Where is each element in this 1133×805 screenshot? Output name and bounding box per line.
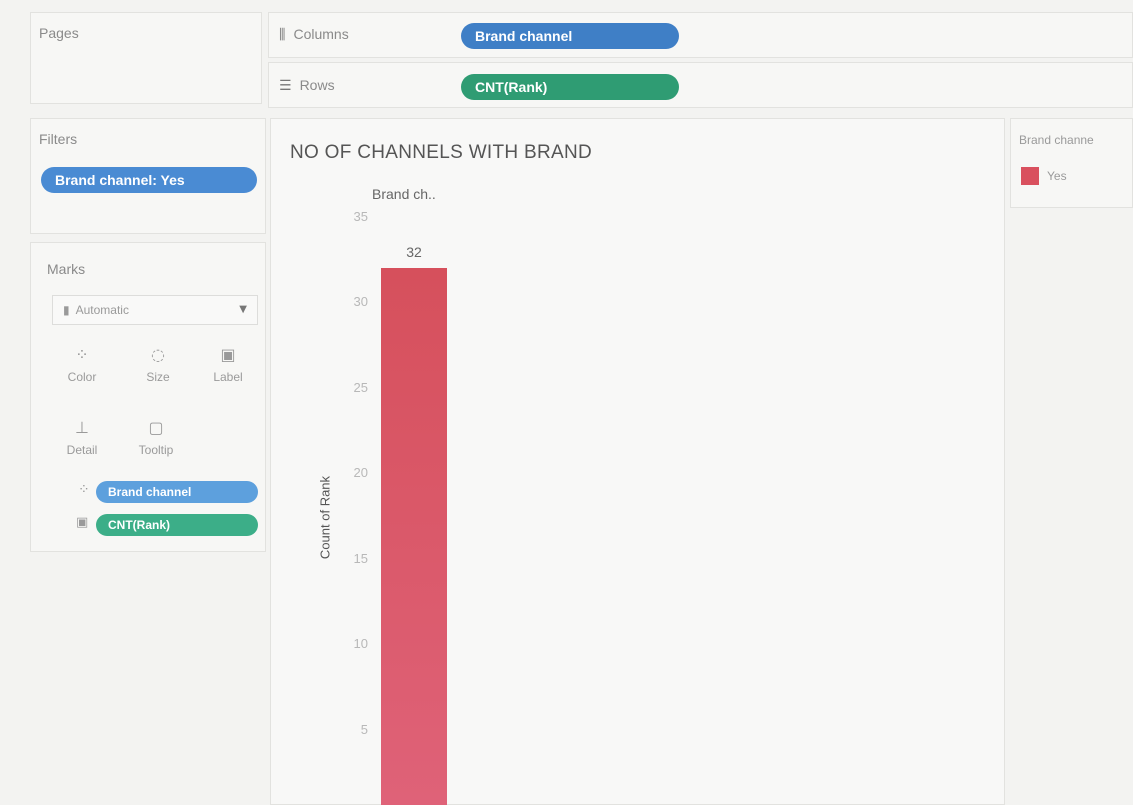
marks-title: Marks [47, 261, 86, 277]
pages-label: Pages [39, 25, 79, 41]
columns-icon: ⫼ [279, 27, 286, 43]
y-tick-label: 30 [353, 294, 368, 309]
size-icon: ◌ [151, 345, 165, 364]
y-tick-label: 20 [353, 465, 368, 480]
y-tick-label: 25 [353, 379, 368, 395]
color-button[interactable]: ⁘ Color [52, 345, 112, 384]
legend-swatch [1021, 167, 1039, 185]
filter-pill[interactable]: Brand channel: Yes [41, 167, 257, 193]
columns-label: ⫼ Columns [279, 26, 349, 43]
rows-shelf[interactable]: ☰ Rows CNT(Rank) [268, 62, 1133, 108]
y-tick-label: 15 [353, 550, 368, 566]
y-tick-label: 35 [353, 208, 368, 224]
chevron-down-icon: ▼ [239, 304, 247, 315]
color-field-icon: ⁘ [78, 482, 90, 498]
label-button[interactable]: ▣ Label [198, 345, 258, 384]
legend-title: Brand channe [1019, 133, 1094, 147]
y-tick-label: 5 [360, 721, 368, 737]
label-field-icon: ▣ [76, 515, 89, 530]
y-tick-label: 10 [353, 636, 368, 651]
marks-field-brand-channel[interactable]: Brand channel [96, 481, 258, 503]
filters-card[interactable]: Filters Brand channel: Yes [30, 118, 266, 234]
view-title: NO OF CHANNELS WITH BRAND [290, 142, 593, 163]
rows-pill[interactable]: CNT(Rank) [461, 74, 679, 100]
legend-card[interactable]: Brand channe Yes [1010, 118, 1133, 208]
filters-title: Filters [39, 131, 78, 147]
column-header: Brand ch.. [372, 186, 436, 202]
rows-label: ☰ Rows [279, 77, 335, 94]
mark-type-value: Automatic [75, 303, 129, 317]
label-icon: ▣ [220, 345, 236, 364]
marks-field-cnt-rank[interactable]: CNT(Rank) [96, 514, 258, 536]
bar-yes[interactable] [381, 267, 447, 805]
detail-icon: ⊥ [75, 418, 89, 437]
tooltip-icon: ▢ [148, 418, 164, 437]
detail-button[interactable]: ⊥ Detail [52, 418, 112, 457]
size-button[interactable]: ◌ Size [128, 345, 188, 384]
rows-icon: ☰ [279, 78, 292, 94]
pages-shelf[interactable]: Pages [30, 12, 262, 104]
tooltip-button[interactable]: ▢ Tooltip [126, 418, 186, 457]
mark-type-dropdown[interactable]: ▮ Automatic ▼ [52, 295, 258, 325]
legend-item-label: Yes [1047, 169, 1067, 183]
bar-data-label: 32 [406, 243, 422, 260]
y-axis-title: Count of Rank [317, 475, 333, 560]
color-icon: ⁘ [75, 345, 89, 364]
bar-chart-icon: ▮ [63, 303, 70, 317]
marks-card[interactable]: Marks [30, 242, 266, 552]
columns-shelf[interactable]: ⫼ Columns Brand channel [268, 12, 1133, 58]
columns-pill[interactable]: Brand channel [461, 23, 679, 49]
